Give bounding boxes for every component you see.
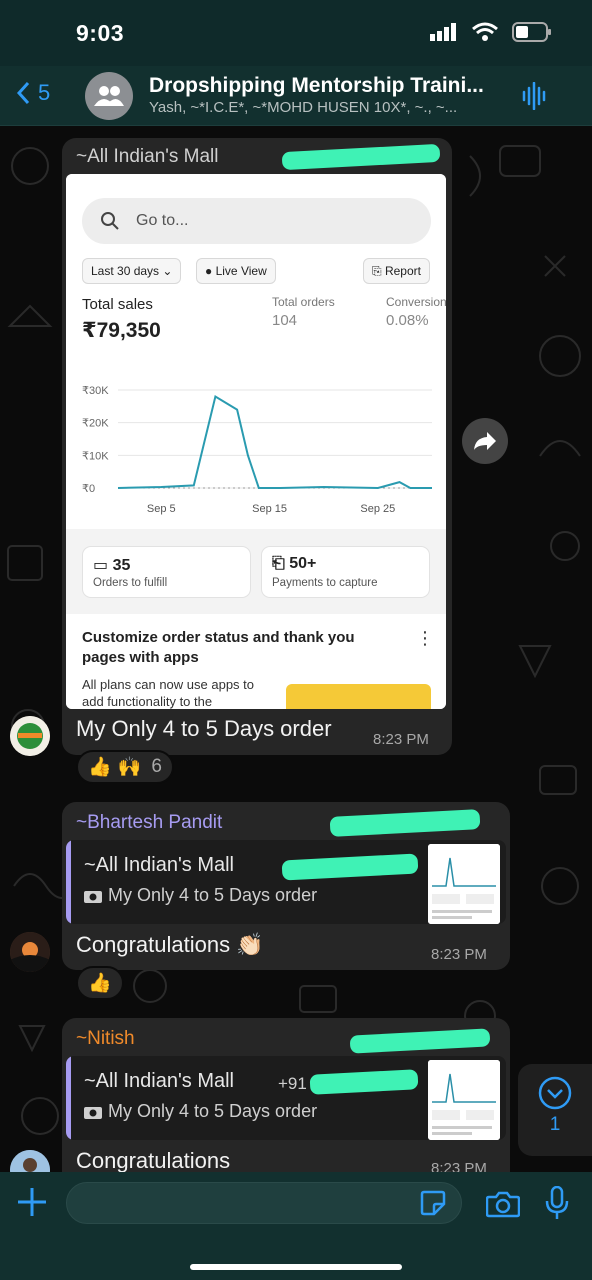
message-sender[interactable]: ~Bhartesh Pandit xyxy=(76,812,222,834)
orders-count: 35 xyxy=(112,557,131,574)
unread-chats-count: 5 xyxy=(38,80,51,105)
promo-body: All plans can now use apps to add functi… xyxy=(82,677,254,709)
conversion-label: Conversion xyxy=(386,295,446,309)
quote-thumbnail xyxy=(428,844,500,924)
date-range-chip: Last 30 days ⌄ xyxy=(82,258,182,284)
forward-button[interactable] xyxy=(462,418,508,464)
total-sales-label: Total sales xyxy=(82,296,153,313)
reaction-thumbs-up: 👍 xyxy=(88,973,112,994)
total-orders-label: Total orders xyxy=(272,295,335,309)
status-icons xyxy=(430,22,552,42)
thumbnail-chart xyxy=(428,1060,500,1140)
sender-avatar[interactable] xyxy=(10,716,50,756)
unread-count: 1 xyxy=(549,1114,561,1135)
search-icon xyxy=(101,212,119,230)
quote-text: My Only 4 to 5 Days order xyxy=(108,1101,318,1121)
quoted-message[interactable]: ~All Indian's Mall My Only 4 to 5 Days o… xyxy=(66,840,506,924)
reaction-count: 6 xyxy=(151,756,162,777)
quote-sender: ~All Indian's Mall xyxy=(84,854,234,876)
battery-icon xyxy=(512,22,551,42)
reaction-raised-hands: 🙌 xyxy=(117,757,142,778)
message-text[interactable]: Congratulations xyxy=(76,1148,230,1174)
sender-avatar[interactable] xyxy=(10,932,50,972)
camera-small-icon xyxy=(84,1107,102,1119)
message-input[interactable] xyxy=(66,1182,462,1224)
sticker-icon[interactable] xyxy=(420,1190,446,1216)
back-button[interactable]: 5 xyxy=(16,80,50,106)
status-bar: 9:03 xyxy=(0,0,592,66)
sales-series-line xyxy=(117,394,432,490)
quote-text: My Only 4 to 5 Days order xyxy=(108,885,318,905)
plus-icon[interactable] xyxy=(16,1186,48,1218)
x-tick-label: Sep 5 xyxy=(147,503,176,515)
quote-phone: +91 xyxy=(278,1074,307,1093)
screenshot-dashboard: Go to... Last 30 days ⌄ ● Live View ⎘ Re… xyxy=(66,174,446,529)
chevron-down-circle-icon xyxy=(538,1076,572,1110)
home-indicator xyxy=(190,1264,402,1270)
more-icon: ⋮ xyxy=(416,628,434,648)
report-chip: ⎘ Report xyxy=(363,258,430,284)
group-icon xyxy=(94,86,124,106)
promo-image xyxy=(286,684,431,709)
quote-sender: ~All Indian's Mall xyxy=(84,1070,234,1092)
chat-header: 5 Dropshipping Mentorship Traini... Yash… xyxy=(0,66,592,126)
orders-card: ▭ 35 Orders to fulfill xyxy=(82,546,251,598)
payments-value: ⎗ 50+ xyxy=(272,555,317,572)
thumbnail-chart xyxy=(428,844,500,924)
total-orders-value: 104 xyxy=(272,312,298,329)
report-label: Report xyxy=(384,264,421,278)
orders-value: ▭ 35 xyxy=(93,557,131,574)
microphone-icon[interactable] xyxy=(545,1186,569,1220)
message-sender[interactable]: ~Nitish xyxy=(76,1028,135,1050)
sunset-avatar xyxy=(10,932,50,972)
sales-line-chart: ₹30K ₹20K ₹10K ₹0 Sep 5 Sep 15 Sep 25 xyxy=(82,385,432,515)
promo-card: Customize order status and thank you pag… xyxy=(66,614,446,709)
message-composer xyxy=(0,1172,592,1280)
group-avatar[interactable] xyxy=(85,72,133,120)
goto-placeholder: Go to... xyxy=(136,212,189,229)
shared-screenshot[interactable]: Go to... Last 30 days ⌄ ● Live View ⎘ Re… xyxy=(66,174,446,709)
total-sales-value: ₹79,350 xyxy=(82,319,161,342)
x-tick-label: Sep 25 xyxy=(360,503,395,515)
group-name[interactable]: Dropshipping Mentorship Traini... xyxy=(149,74,509,98)
goto-search: Go to... xyxy=(82,198,431,244)
orders-label: Orders to fulfill xyxy=(93,577,168,589)
quoted-message[interactable]: ~All Indian's Mall +91 My Only 4 to 5 Da… xyxy=(66,1056,506,1140)
promo-title: Customize order status and thank you pag… xyxy=(82,629,355,666)
all-indians-mall-logo xyxy=(10,716,50,756)
wifi-icon xyxy=(472,22,498,41)
date-range-label: Last 30 days xyxy=(91,264,160,278)
live-view-chip: ● Live View xyxy=(196,258,276,284)
x-tick-label: Sep 15 xyxy=(252,503,287,515)
message-time: 8:23 PM xyxy=(431,946,487,963)
chevron-left-icon xyxy=(16,81,30,105)
y-tick-label: ₹10K xyxy=(82,450,109,462)
camera-icon[interactable] xyxy=(486,1190,520,1218)
camera-small-icon xyxy=(84,891,102,903)
conversion-value: 0.08% xyxy=(386,312,429,329)
message-text[interactable]: My Only 4 to 5 Days order xyxy=(76,716,332,742)
payments-label: Payments to capture xyxy=(272,577,378,589)
voice-chat-icon[interactable] xyxy=(522,82,548,110)
forward-icon xyxy=(474,432,496,450)
live-view-label: Live View xyxy=(215,264,267,278)
scroll-to-bottom-button[interactable]: 1 xyxy=(518,1064,592,1156)
payments-count: 50+ xyxy=(289,555,317,572)
message-time: 8:23 PM xyxy=(373,731,429,748)
reaction-thumbs-up: 👍 xyxy=(88,757,112,778)
status-time: 9:03 xyxy=(76,20,125,46)
group-members[interactable]: Yash, ~*I.C.E*, ~*MOHD HUSEN 10X*, ~., ~… xyxy=(149,99,499,116)
y-tick-label: ₹30K xyxy=(82,385,109,397)
payments-card: ⎗ 50+ Payments to capture xyxy=(261,546,430,598)
y-tick-label: ₹0 xyxy=(82,483,95,495)
message-reactions[interactable]: 👍 xyxy=(76,966,124,1000)
message-sender[interactable]: ~All Indian's Mall xyxy=(76,146,219,168)
quote-thumbnail xyxy=(428,1060,500,1140)
y-tick-label: ₹20K xyxy=(82,418,109,430)
signal-icon xyxy=(430,23,456,41)
message-text[interactable]: Congratulations 👏🏻 xyxy=(76,932,264,958)
message-reactions[interactable]: 👍 🙌 6 xyxy=(76,750,174,784)
